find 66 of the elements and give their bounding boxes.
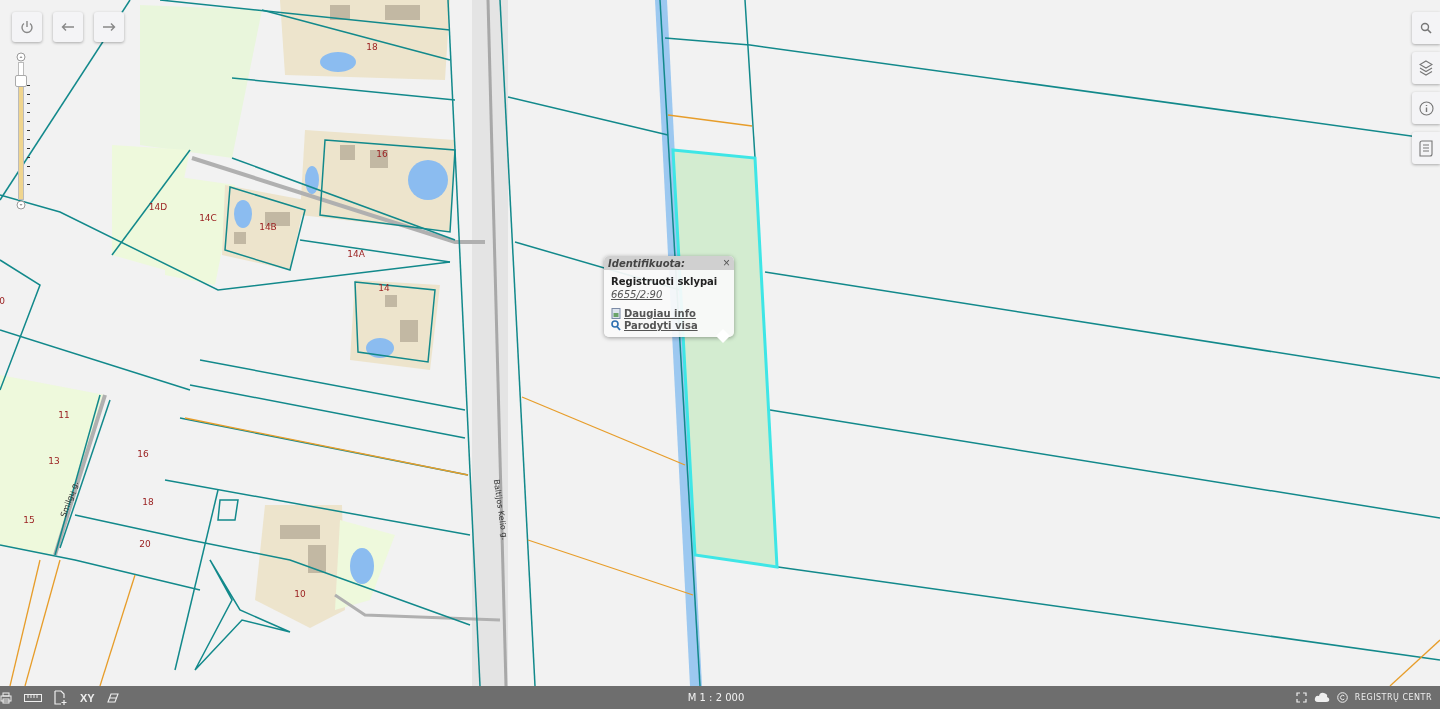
print-icon[interactable] xyxy=(0,691,12,704)
parcel-number: 15 xyxy=(23,515,35,525)
parcel-number: 18 xyxy=(142,497,154,507)
parcel-number: 11 xyxy=(58,410,70,420)
document-icon xyxy=(611,308,621,319)
parcel-number: 20 xyxy=(139,539,151,549)
street-name: Baltijos Kelio g. xyxy=(491,478,510,541)
copyright-text: REGISTRŲ CENTR xyxy=(1354,693,1432,702)
close-button[interactable]: × xyxy=(723,257,730,269)
pond xyxy=(305,166,319,194)
pond xyxy=(408,160,448,200)
popup-title: Identifikuota: xyxy=(608,257,686,269)
pond xyxy=(234,200,252,228)
search-icon xyxy=(1420,22,1432,34)
search-button[interactable] xyxy=(1412,12,1440,44)
document-icon xyxy=(1419,139,1433,157)
fullscreen-icon[interactable] xyxy=(1295,692,1307,703)
info-icon xyxy=(1418,100,1434,116)
parcel-number: 14B xyxy=(259,222,277,232)
document-button[interactable] xyxy=(1412,132,1440,164)
search-icon xyxy=(611,320,621,331)
parcel-number: 14 xyxy=(378,283,390,293)
pond xyxy=(350,548,374,584)
cloud-icon[interactable] xyxy=(1313,692,1330,703)
popup-heading: Registruoti sklypai xyxy=(611,276,719,287)
pond xyxy=(366,338,394,358)
map-scale: M 1 : 2 000 xyxy=(687,692,745,703)
parcel-number: 14D xyxy=(148,202,168,212)
info-button[interactable] xyxy=(1412,92,1440,124)
coordinates-button[interactable]: XY xyxy=(80,691,95,704)
zoom-out-icon[interactable] xyxy=(16,200,26,210)
parcel-number: 18 xyxy=(366,42,378,52)
building xyxy=(330,5,350,20)
zoom-slider-handle[interactable] xyxy=(15,74,27,87)
forward-arrow-icon xyxy=(102,22,116,32)
building xyxy=(308,545,326,573)
building xyxy=(340,145,355,160)
building xyxy=(385,295,397,307)
back-button[interactable] xyxy=(53,12,83,42)
parcel-number: 14A xyxy=(347,249,365,259)
zoom-in-icon[interactable] xyxy=(16,52,26,62)
copyright-icon xyxy=(1336,692,1348,703)
parcel-number: 13 xyxy=(48,456,60,466)
building xyxy=(234,232,246,244)
building xyxy=(400,320,418,342)
parcel-id-link[interactable]: 6655/2:90 xyxy=(611,289,727,300)
pond xyxy=(320,52,356,72)
popup-link[interactable]: Parodyti visa xyxy=(624,320,698,331)
eraser-icon[interactable] xyxy=(106,692,119,703)
building xyxy=(370,150,388,168)
parcel-number: 16 xyxy=(137,449,149,459)
parcel-number: 16 xyxy=(376,149,388,159)
forward-button[interactable] xyxy=(94,12,124,42)
parcel-number: 10 xyxy=(294,589,306,599)
back-arrow-icon xyxy=(61,22,75,32)
layers-icon xyxy=(1419,60,1433,76)
layers-button[interactable] xyxy=(1412,52,1440,84)
building xyxy=(280,525,320,539)
popup-link[interactable]: Daugiau info xyxy=(624,308,696,319)
building xyxy=(385,5,420,20)
power-button[interactable] xyxy=(12,12,42,42)
power-icon xyxy=(20,20,34,34)
parcel-number: 0 xyxy=(0,296,5,306)
ruler-icon[interactable] xyxy=(24,693,42,702)
add-page-icon[interactable] xyxy=(54,690,68,705)
parcel-number: 14C xyxy=(199,213,217,223)
